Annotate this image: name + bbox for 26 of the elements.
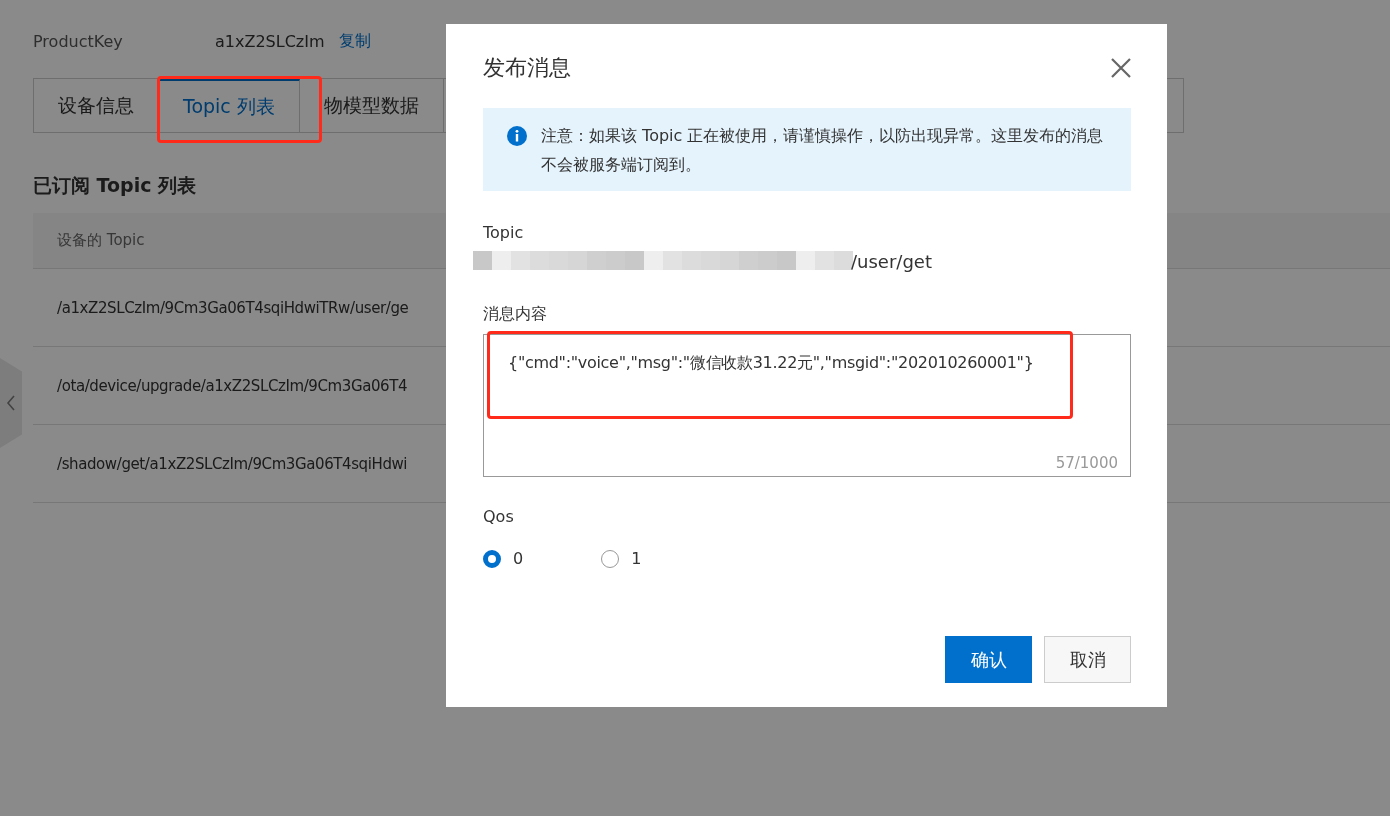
table-cell: /shadow/get/a1xZ2SLCzIm/9Cm3Ga06T4sqiHdwi <box>57 454 408 473</box>
message-text: {"cmd":"voice","msg":"微信收款31.22元","msgid":"202010260001"} <box>508 353 1034 372</box>
topic-value: /user/get <box>851 250 932 272</box>
field-label: ProductKey <box>33 31 124 51</box>
field-label: Qos <box>483 507 515 527</box>
table-cell: /ota/device/upgrade/a1xZ2SLCzIm/9Cm3Ga06T4 <box>57 376 408 395</box>
copy-link[interactable]: 复制 <box>338 30 371 52</box>
cancel-button[interactable]: 取消 <box>1044 636 1131 683</box>
column-header: 设备的 Topic <box>57 231 145 250</box>
field-label: Topic <box>483 223 525 243</box>
notice-text: 注意：如果该 Topic 正在被使用，请谨慎操作，以防出现异常。这里发布的消息不会被服务端订阅到。 <box>541 125 1105 176</box>
chevron-left-icon <box>6 394 16 412</box>
table-cell: /a1xZ2SLCzIm/9Cm3Ga06T4sqiHdwiTRw/user/ge <box>57 298 409 317</box>
dialog-title: 发布消息 <box>483 54 571 82</box>
field-label: 消息内容 <box>483 304 548 324</box>
message-input[interactable]: {"cmd":"voice","msg":"微信收款31.22元","msgid":"202010260001"} 57/1000 <box>483 334 1131 477</box>
radio-option[interactable]: 1 <box>601 549 642 568</box>
info-icon <box>507 126 527 146</box>
confirm-button[interactable]: 确认 <box>945 636 1032 683</box>
tab[interactable]: Topic 列表 <box>159 79 300 132</box>
radio-button[interactable] <box>483 549 501 568</box>
section-title: 已订阅 Topic 列表 <box>33 173 198 198</box>
radio-option[interactable]: 0 <box>483 549 524 568</box>
close-icon <box>1110 57 1132 79</box>
field-value: a1xZ2SLCzIm <box>215 31 325 51</box>
character-counter: 57/1000 <box>1055 454 1118 472</box>
